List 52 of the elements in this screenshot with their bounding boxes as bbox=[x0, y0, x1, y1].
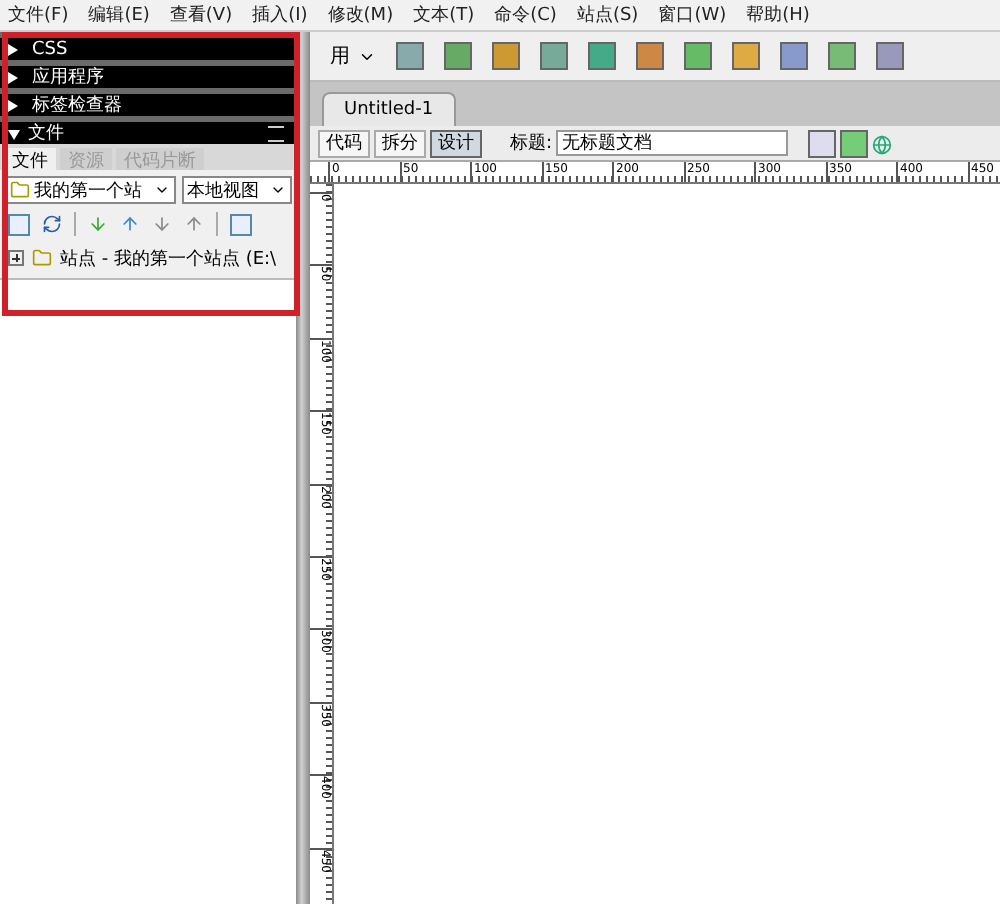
toolbar-icon[interactable] bbox=[828, 42, 856, 70]
view-button[interactable]: 代码 bbox=[318, 129, 370, 157]
panel-group-header[interactable]: CSS bbox=[0, 38, 296, 60]
panel-group-label: 应用程序 bbox=[32, 65, 104, 90]
menu-icon[interactable] bbox=[268, 125, 284, 141]
toolbar-icon[interactable] bbox=[732, 42, 760, 70]
toolbar-icon[interactable] bbox=[780, 42, 808, 70]
globe-icon[interactable] bbox=[872, 133, 893, 153]
panel-group-header[interactable]: 文件 bbox=[0, 122, 296, 144]
menu-item[interactable]: 站点(S) bbox=[576, 2, 639, 28]
toolbar-icon[interactable] bbox=[396, 42, 424, 70]
expand-toggle[interactable] bbox=[8, 250, 24, 266]
panel-group-header[interactable]: 标签检查器 bbox=[0, 94, 296, 116]
toolbar-icon[interactable] bbox=[444, 42, 472, 70]
panel-tab[interactable]: 文件 bbox=[4, 148, 56, 170]
menu-item[interactable]: 命令(C) bbox=[494, 2, 557, 28]
menu-item[interactable]: 文本(T) bbox=[413, 2, 475, 28]
menu-item[interactable]: 文件(F) bbox=[8, 2, 69, 28]
site-label: 站点 - 我的第一个站点 (E:\ bbox=[60, 247, 277, 271]
panel-group-label: 标签检查器 bbox=[32, 93, 122, 118]
view-dropdown[interactable]: 本地视图 bbox=[181, 176, 292, 204]
toolbar-icon[interactable] bbox=[840, 129, 869, 157]
folder-icon bbox=[10, 180, 30, 200]
toolbar-icon[interactable] bbox=[636, 42, 664, 70]
toolbar-icon[interactable] bbox=[540, 42, 568, 70]
folder-icon bbox=[32, 248, 52, 268]
category-dropdown[interactable]: 用 bbox=[330, 42, 376, 70]
title-label: 标题: bbox=[510, 131, 553, 156]
panel-group-label: 文件 bbox=[28, 121, 64, 146]
toolbar-icon[interactable] bbox=[684, 42, 712, 70]
view-button[interactable]: 设计 bbox=[430, 129, 482, 157]
menu-item[interactable]: 帮助(H) bbox=[746, 2, 810, 28]
toolbar-icon[interactable] bbox=[588, 42, 616, 70]
panel-group-label: CSS bbox=[32, 39, 68, 59]
view-button[interactable]: 拆分 bbox=[374, 129, 426, 157]
tree-row[interactable]: 站点 - 我的第一个站点 (E:\ bbox=[4, 244, 292, 272]
menu-item[interactable]: 编辑(E) bbox=[88, 2, 150, 28]
refresh-icon[interactable] bbox=[42, 214, 62, 234]
toolbar-icon[interactable] bbox=[492, 42, 520, 70]
panel-splitter[interactable] bbox=[296, 32, 310, 904]
arrow-down-icon[interactable] bbox=[88, 214, 108, 234]
toolbar-icon[interactable] bbox=[876, 42, 904, 70]
toolbar-icon[interactable] bbox=[808, 129, 837, 157]
document-tab[interactable]: Untitled-1 bbox=[322, 92, 456, 126]
site-dropdown[interactable]: 我的第一个站 bbox=[4, 176, 176, 204]
menu-item[interactable]: 窗口(W) bbox=[658, 2, 727, 28]
menu-item[interactable]: 修改(M) bbox=[327, 2, 394, 28]
menu-item[interactable]: 查看(V) bbox=[169, 2, 233, 28]
arrow-up-icon[interactable] bbox=[120, 214, 140, 234]
title-field[interactable]: 无标题文档 bbox=[556, 130, 789, 156]
panel-group-header[interactable]: 应用程序 bbox=[0, 66, 296, 88]
menu-item[interactable]: 插入(I) bbox=[252, 2, 308, 28]
